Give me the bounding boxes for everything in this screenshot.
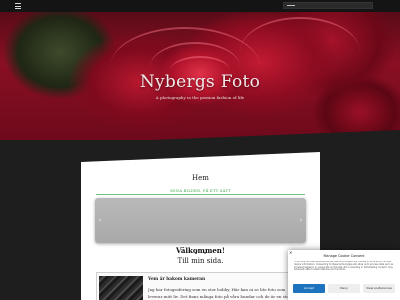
site-tagline: A photography in the passion fashion of … (155, 95, 245, 100)
search-input[interactable] (283, 2, 373, 9)
accept-button[interactable]: Accept (293, 284, 325, 293)
search-icon (287, 5, 295, 6)
cookie-consent-dialog: ✕ Manage Cookie Consent To provide the b… (288, 250, 400, 300)
view-preferences-button[interactable]: View preferences (363, 284, 395, 293)
deny-button[interactable]: Deny (328, 284, 360, 293)
cookie-title: Manage Cookie Consent (323, 254, 365, 258)
site-title[interactable]: Nybergs Foto (0, 72, 400, 92)
hamburger-menu-icon[interactable] (15, 3, 21, 9)
divider (96, 194, 305, 195)
slider-prev-button[interactable]: ‹ (96, 215, 104, 225)
welcome-heading: Välkommen! (176, 246, 225, 255)
page-title: Hem (192, 174, 209, 182)
about-card-title: Vem är bakom kameran (148, 277, 206, 282)
about-card: Vem är bakom kameran Jag har fotograferi… (96, 272, 302, 300)
image-slider[interactable]: ‹ › (95, 198, 306, 254)
about-card-text: Jag har fotografering som en stor hobby.… (148, 287, 298, 299)
gallery-link[interactable]: MINA BILDER, PÅ ETT SÄTT (81, 189, 320, 193)
cookie-body-text: To provide the best experiences, we use … (294, 261, 394, 272)
hero-banner: Nybergs Foto A photography in the passio… (0, 12, 400, 140)
top-bar (0, 0, 400, 12)
hero-divider (0, 130, 400, 140)
main-content: Hem MINA BILDER, PÅ ETT SÄTT ‹ › Välkomm… (81, 152, 320, 300)
photographer-photo (99, 276, 143, 300)
welcome-subheading: Till min sida. (177, 257, 224, 265)
slider-next-button[interactable]: › (297, 215, 305, 225)
